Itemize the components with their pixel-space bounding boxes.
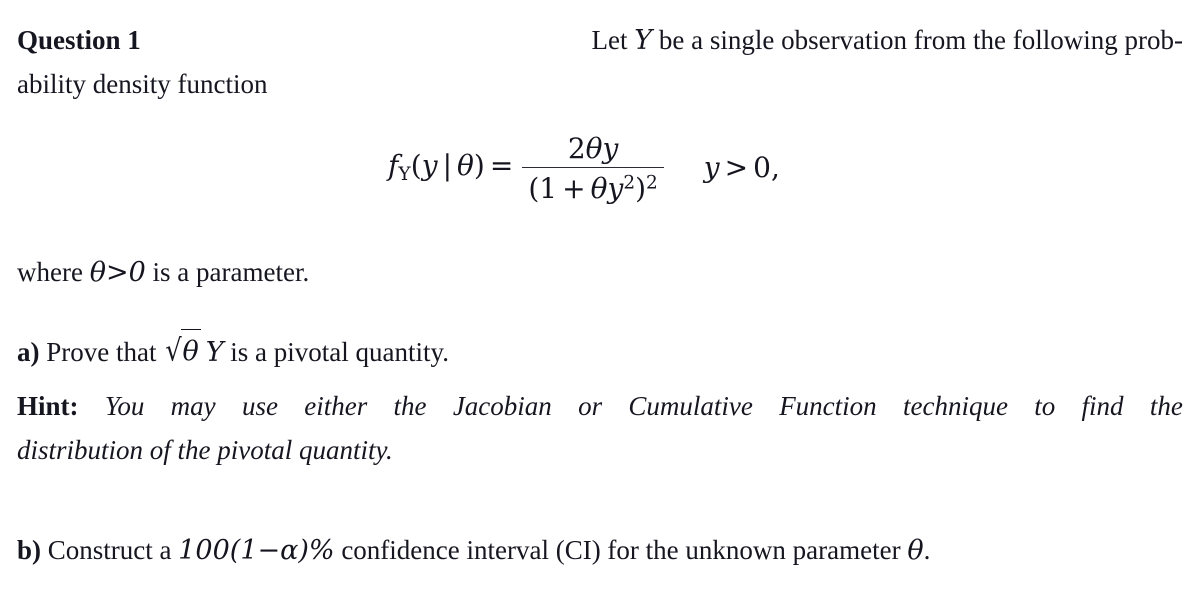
denom-inner-exponent: 2 bbox=[623, 172, 636, 194]
part-b-alpha: α bbox=[280, 535, 299, 566]
part-b-pre: Construct a bbox=[41, 535, 179, 565]
part-a-row: a) Prove that √θ Y is a pivotal quantity. bbox=[17, 329, 1183, 375]
question-heading-line: Question 1 Let Y be a single observation… bbox=[17, 18, 1183, 63]
display-equation-wrap: fY(y | θ) = 2θy (1 + θy2)2 y >0, bbox=[0, 133, 1200, 204]
eq-paren-open: ( bbox=[410, 148, 422, 182]
hint-word: find bbox=[1081, 391, 1124, 421]
sqrt-radicand-theta: θ bbox=[181, 329, 201, 374]
radical-icon: √ bbox=[165, 333, 183, 369]
where-post: is a parameter. bbox=[145, 257, 310, 287]
hint-line2: distribution of the pivotal quantity. bbox=[17, 435, 393, 465]
justified-line: Question 1 Let Y be a single observation… bbox=[17, 18, 1183, 63]
where-value: 0 bbox=[128, 257, 146, 288]
numer-theta: θ bbox=[585, 132, 603, 165]
hint-word: You bbox=[104, 391, 145, 421]
cond-var: y bbox=[703, 151, 720, 185]
sqrt-theta: √θ bbox=[163, 329, 201, 375]
hint-label: Hint: bbox=[17, 391, 79, 421]
eq-equals: = bbox=[489, 148, 514, 182]
part-a-pre: Prove that bbox=[39, 337, 164, 367]
denom-open: (1 bbox=[528, 172, 558, 206]
where-clause-row: where θ>0 is a parameter. bbox=[17, 250, 1183, 295]
question-intro-line2: ability density function bbox=[17, 69, 268, 99]
eq-y: y bbox=[421, 148, 438, 182]
part-b-post: confidence interval (CI) for the unknown… bbox=[334, 535, 908, 565]
question-heading: Question 1 bbox=[17, 25, 141, 55]
equation-condition: y >0, bbox=[704, 154, 780, 182]
part-b-percent: )% bbox=[298, 535, 335, 566]
fraction-denominator: (1 + θy2)2 bbox=[522, 167, 664, 206]
part-a-label: a) bbox=[17, 337, 40, 367]
where-pre: where bbox=[17, 257, 90, 287]
hint-line2-row: distribution of the pivotal quantity. bbox=[17, 428, 1183, 472]
eq-subscript-Y: Y bbox=[398, 164, 411, 186]
equation-lhs: fY(y | θ) = bbox=[388, 148, 518, 186]
density-equation: fY(y | θ) = 2θy (1 + θy2)2 y >0, bbox=[388, 133, 780, 204]
eq-f: f bbox=[388, 148, 399, 182]
hint-word: the bbox=[393, 391, 427, 421]
fraction-numerator: 2θy bbox=[562, 132, 625, 167]
denom-close: ) bbox=[635, 172, 647, 206]
equation-fraction: 2θy (1 + θy2)2 bbox=[522, 132, 664, 206]
hint-word: Cumulative bbox=[628, 391, 753, 421]
document-page: Question 1 Let Y be a single observation… bbox=[0, 0, 1200, 595]
part-b-minus: − bbox=[257, 535, 281, 566]
denom-plus: + bbox=[562, 172, 586, 206]
cond-op: > bbox=[724, 151, 749, 185]
intro-pre: Let bbox=[591, 25, 635, 55]
eq-paren-close: ) bbox=[473, 148, 485, 182]
eq-given-bar: | bbox=[442, 148, 452, 182]
denom-outer-exponent: 2 bbox=[646, 172, 658, 194]
part-b-theta: θ bbox=[907, 535, 924, 566]
part-b-label: b) bbox=[17, 535, 42, 565]
intro-variable-Y: Y bbox=[634, 25, 653, 56]
hint-word: technique bbox=[902, 391, 1008, 421]
where-theta: θ bbox=[89, 257, 106, 288]
question-intro-line2-row: ability density function bbox=[17, 62, 1183, 106]
hint-word: Function bbox=[779, 391, 877, 421]
hint-word: may bbox=[170, 391, 216, 421]
hint-word: to bbox=[1034, 391, 1056, 421]
hint-justified-line: Hint: You may use either the Jacobian or… bbox=[17, 384, 1183, 428]
part-b-row: b) Construct a 100(1−α)% confidence inte… bbox=[17, 528, 1183, 573]
part-a-post: is a pivotal quantity. bbox=[223, 337, 450, 367]
denom-theta: θ bbox=[590, 172, 608, 206]
part-a-variable-Y: Y bbox=[205, 337, 224, 368]
hint-word: or bbox=[578, 391, 603, 421]
eq-theta: θ bbox=[457, 148, 474, 182]
hint-word: the bbox=[1149, 391, 1183, 421]
hint-word: either bbox=[304, 391, 368, 421]
question-intro-line1: Let Y be a single observation from the f… bbox=[592, 18, 1183, 63]
numer-y: y bbox=[602, 132, 619, 165]
hint-word: Jacobian bbox=[452, 391, 552, 421]
numer-coeff: 2 bbox=[567, 132, 586, 165]
hint-line1-row: Hint: You may use either the Jacobian or… bbox=[17, 384, 1183, 428]
denom-y: y bbox=[607, 172, 624, 206]
hint-word: use bbox=[241, 391, 278, 421]
part-b-math-100: 100(1 bbox=[178, 535, 258, 566]
cond-value: 0, bbox=[753, 151, 780, 185]
intro-post: be a single observation from the followi… bbox=[652, 25, 1183, 55]
where-op: > bbox=[105, 257, 129, 288]
part-b-period: . bbox=[923, 535, 931, 565]
